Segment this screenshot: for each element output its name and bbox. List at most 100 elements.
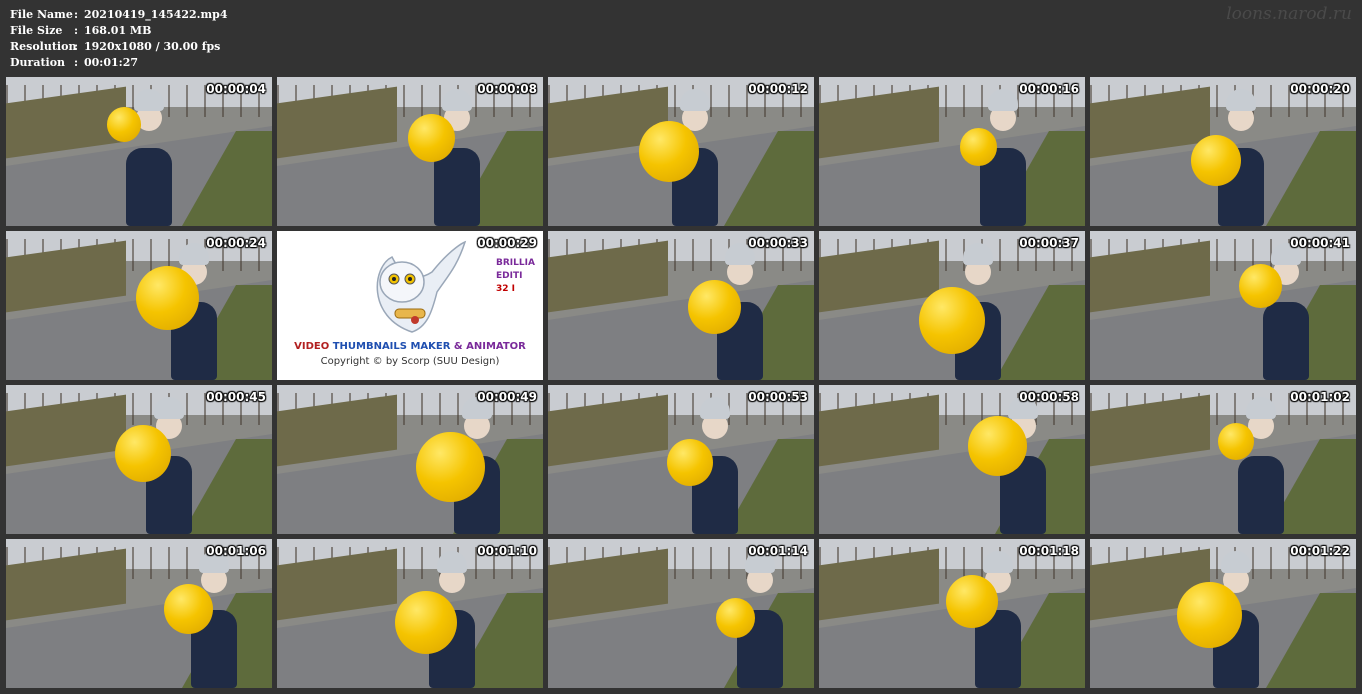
thumbnail-timestamp: 00:00:58 <box>1019 390 1079 404</box>
frame-image <box>548 385 814 534</box>
yellow-balloon <box>115 425 172 483</box>
child-hat <box>1221 551 1251 573</box>
video-thumbnail[interactable]: 00:01:14 <box>548 539 814 688</box>
owl-logo-icon <box>376 240 467 333</box>
video-thumbnail[interactable]: 00:00:24 <box>6 231 272 380</box>
frame-image <box>6 385 272 534</box>
frame-image <box>548 77 814 226</box>
yellow-balloon <box>639 121 699 183</box>
info-value: 00:01:27 <box>84 56 139 69</box>
video-thumbnail[interactable]: 00:00:33 <box>548 231 814 380</box>
info-separator: : <box>74 8 79 21</box>
video-thumbnail[interactable]: 00:01:06 <box>6 539 272 688</box>
child-hat <box>442 89 472 111</box>
video-thumbnail[interactable]: 00:00:41 <box>1090 231 1356 380</box>
video-thumbnail[interactable]: 00:00:45 <box>6 385 272 534</box>
info-label: File Size <box>10 24 63 37</box>
splash-title-part: VIDEO <box>294 341 333 352</box>
yellow-balloon <box>715 598 755 638</box>
splash-title-part: THUMBNAILS MAKER <box>332 341 451 352</box>
info-value: 168.01 MB <box>84 24 152 37</box>
thumbnail-grid: 00:00:04 00:00:08 00:00:12 00:00:16 00:00:20… <box>6 77 1356 688</box>
frame-image <box>6 231 272 380</box>
frame-image <box>6 77 272 226</box>
frame-image <box>277 539 543 688</box>
video-thumbnail[interactable]: 00:00:08 <box>277 77 543 226</box>
child-figure <box>1238 456 1284 534</box>
frame-image <box>1090 539 1356 688</box>
video-thumbnail[interactable]: 00:00:37 <box>819 231 1085 380</box>
yellow-balloon <box>416 432 486 503</box>
video-thumbnail[interactable]: 00:00:12 <box>548 77 814 226</box>
frame-image <box>548 539 814 688</box>
child-hat <box>680 89 710 111</box>
thumbnail-timestamp: 00:00:20 <box>1290 82 1350 96</box>
thumbnail-timestamp: 00:00:53 <box>748 390 808 404</box>
child-hat <box>700 397 730 419</box>
splash-title-part: & ANIMATOR <box>450 341 526 352</box>
frame-image <box>819 539 1085 688</box>
video-thumbnail[interactable]: 00:01:18 <box>819 539 1085 688</box>
child-hat <box>154 397 184 419</box>
child-hat <box>437 551 467 573</box>
frame-image <box>1090 77 1356 226</box>
yellow-balloon <box>666 439 713 486</box>
splash-edition-text: BRILLIA EDITI 32 I <box>496 257 535 296</box>
frame-image <box>819 385 1085 534</box>
child-hat <box>983 551 1013 573</box>
yellow-balloon <box>687 280 741 335</box>
thumbnail-timestamp: 00:01:02 <box>1290 390 1350 404</box>
yellow-balloon <box>1177 582 1243 649</box>
frame-image <box>1090 385 1356 534</box>
video-thumbnail[interactable]: 00:00:49 <box>277 385 543 534</box>
video-thumbnail[interactable]: BRILLIA EDITI 32 I VIDEO THUMBNAILS MAKER &… <box>277 231 543 380</box>
info-row-file-name: File Name : 20210419_145422.mp4 <box>10 7 227 23</box>
video-thumbnail[interactable]: 00:01:02 <box>1090 385 1356 534</box>
frame-image <box>548 231 814 380</box>
child-hat <box>963 243 993 265</box>
splash-title: VIDEO THUMBNAILS MAKER & ANIMATOR <box>277 341 543 352</box>
child-hat <box>134 89 164 111</box>
video-thumbnail[interactable]: 00:00:16 <box>819 77 1085 226</box>
yellow-balloon <box>394 591 457 655</box>
video-thumbnail[interactable]: 00:00:04 <box>6 77 272 226</box>
video-thumbnail[interactable]: 00:00:53 <box>548 385 814 534</box>
info-label: Duration <box>10 56 66 69</box>
frame-image <box>1090 231 1356 380</box>
edition-line: EDITI <box>496 271 523 281</box>
yellow-balloon <box>107 107 142 142</box>
info-value: 1920x1080 / 30.00 fps <box>84 40 221 53</box>
thumbnail-timestamp: 00:01:22 <box>1290 544 1350 558</box>
frame-image <box>819 231 1085 380</box>
info-row-file-size: File Size : 168.01 MB <box>10 23 227 39</box>
thumbnail-timestamp: 00:00:37 <box>1019 236 1079 250</box>
info-label: Resolution <box>10 40 77 53</box>
thumbnail-timestamp: 00:01:10 <box>477 544 537 558</box>
info-separator: : <box>74 24 79 37</box>
child-figure <box>1263 302 1309 380</box>
info-separator: : <box>74 40 79 53</box>
thumbnail-timestamp: 00:01:14 <box>748 544 808 558</box>
yellow-balloon <box>1239 264 1283 308</box>
info-value: 20210419_145422.mp4 <box>84 8 228 21</box>
video-thumbnail[interactable]: 00:01:22 <box>1090 539 1356 688</box>
frame-image <box>277 385 543 534</box>
video-thumbnail[interactable]: 00:01:10 <box>277 539 543 688</box>
yellow-balloon <box>967 416 1027 477</box>
thumbnail-timestamp: 00:00:08 <box>477 82 537 96</box>
thumbnail-timestamp: 00:00:41 <box>1290 236 1350 250</box>
yellow-balloon <box>959 128 997 166</box>
frame-image <box>277 77 543 226</box>
splash-copyright: Copyright © by Scorp (SUU Design) <box>320 356 500 367</box>
edition-line: 32 I <box>496 284 516 294</box>
video-thumbnail[interactable]: 00:00:58 <box>819 385 1085 534</box>
thumbnail-timestamp: 00:00:24 <box>206 236 266 250</box>
frame-image <box>6 539 272 688</box>
thumbnail-timestamp: 00:00:16 <box>1019 82 1079 96</box>
info-row-duration: Duration : 00:01:27 <box>10 55 227 71</box>
child-figure <box>126 148 172 226</box>
video-thumbnail[interactable]: 00:00:20 <box>1090 77 1356 226</box>
thumbnail-timestamp: 00:00:45 <box>206 390 266 404</box>
file-info-panel: File Name : 20210419_145422.mp4 File Siz… <box>10 7 227 71</box>
yellow-balloon <box>1218 423 1255 460</box>
